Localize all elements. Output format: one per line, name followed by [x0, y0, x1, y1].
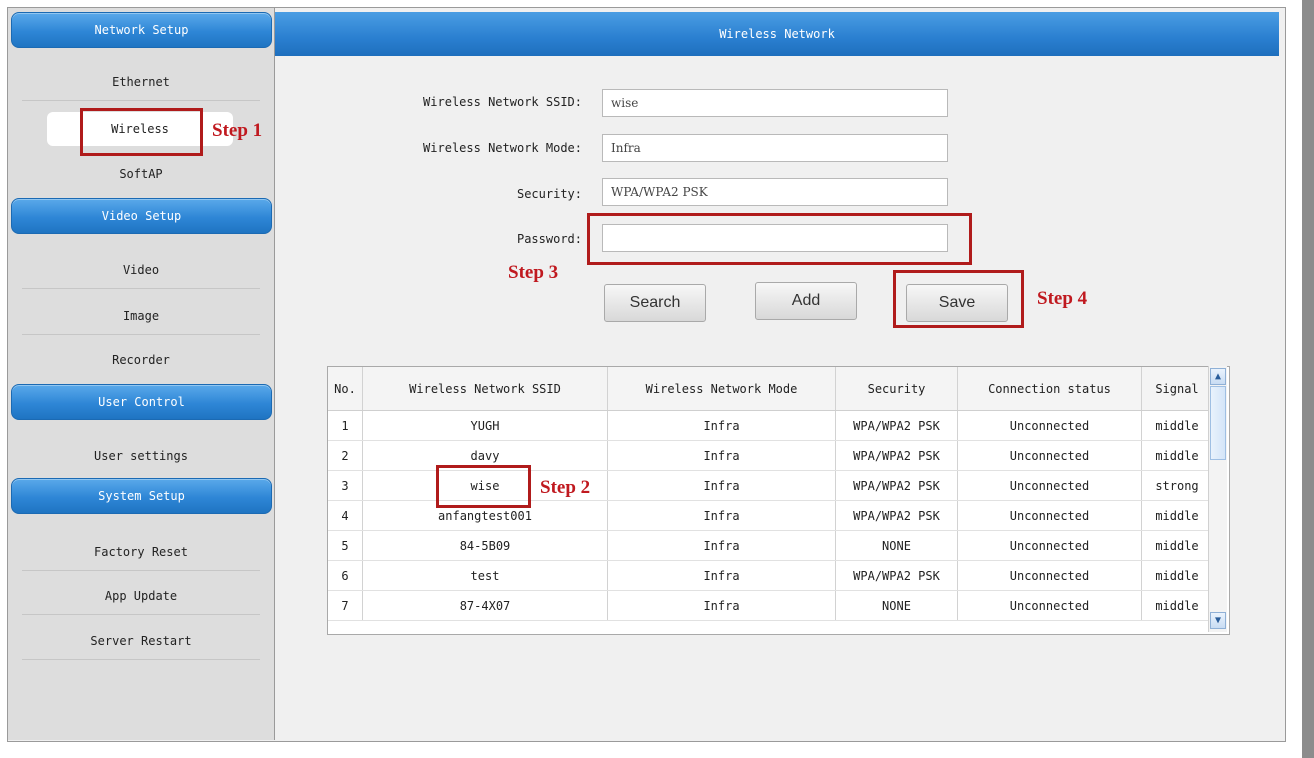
- page-title: Wireless Network: [275, 12, 1279, 56]
- sidebar-item-factory-reset[interactable]: Factory Reset: [22, 534, 260, 571]
- sidebar-item-video[interactable]: Video: [22, 252, 260, 289]
- cell-security: WPA/WPA2 PSK: [835, 560, 958, 591]
- search-button[interactable]: Search: [604, 284, 706, 322]
- step2-highlight: [436, 465, 531, 508]
- table-header-row: No. Wireless Network SSID Wireless Netwo…: [328, 367, 1213, 411]
- window-edge: [1302, 0, 1314, 758]
- col-signal: Signal: [1141, 367, 1213, 411]
- cell-security: WPA/WPA2 PSK: [835, 500, 958, 531]
- step3-highlight: [587, 213, 972, 265]
- mode-label: Wireless Network Mode:: [423, 141, 582, 155]
- cell-connection-status: Unconnected: [957, 590, 1142, 621]
- sidebar-item-app-update[interactable]: App Update: [22, 578, 260, 615]
- cell-connection-status: Unconnected: [957, 470, 1142, 501]
- scroll-up-icon[interactable]: ▲: [1210, 368, 1226, 385]
- table-row[interactable]: 6 test Infra WPA/WPA2 PSK Unconnected middle: [328, 560, 1213, 591]
- step4-label: Step 4: [1037, 288, 1088, 309]
- sidebar-item-recorder[interactable]: Recorder: [22, 342, 260, 378]
- section-system-setup[interactable]: System Setup: [11, 478, 272, 514]
- cell-no: 7: [328, 590, 363, 621]
- cell-security: WPA/WPA2 PSK: [835, 470, 958, 501]
- section-user-control[interactable]: User Control: [11, 384, 272, 420]
- sidebar-item-ethernet[interactable]: Ethernet: [22, 64, 260, 101]
- col-connection-status: Connection status: [957, 367, 1142, 411]
- password-label: Password:: [516, 232, 582, 246]
- cell-no: 1: [328, 410, 363, 441]
- cell-mode: Infra: [607, 590, 836, 621]
- security-label: Security:: [516, 187, 582, 201]
- cell-no: 5: [328, 530, 363, 561]
- sidebar-item-softap[interactable]: SoftAP: [22, 156, 260, 192]
- section-video-setup[interactable]: Video Setup: [11, 198, 272, 234]
- sidebar-item-image[interactable]: Image: [22, 298, 260, 335]
- cell-mode: Infra: [607, 410, 836, 441]
- col-ssid: Wireless Network SSID: [362, 367, 608, 411]
- cell-security: NONE: [835, 530, 958, 561]
- cell-signal: strong: [1141, 470, 1213, 501]
- cell-ssid: test: [362, 560, 608, 591]
- cell-no: 4: [328, 500, 363, 531]
- cell-mode: Infra: [607, 530, 836, 561]
- cell-security: WPA/WPA2 PSK: [835, 440, 958, 471]
- security-select[interactable]: WPA/WPA2 PSK: [602, 178, 948, 206]
- table-row[interactable]: 7 87-4X07 Infra NONE Unconnected middle: [328, 590, 1213, 621]
- cell-connection-status: Unconnected: [957, 500, 1142, 531]
- section-network-setup[interactable]: Network Setup: [11, 12, 272, 48]
- cell-no: 3: [328, 470, 363, 501]
- ssid-input[interactable]: wise: [602, 89, 948, 117]
- cell-mode: Infra: [607, 500, 836, 531]
- table-row[interactable]: 5 84-5B09 Infra NONE Unconnected middle: [328, 530, 1213, 561]
- cell-no: 6: [328, 560, 363, 591]
- mode-input[interactable]: Infra: [602, 134, 948, 162]
- step4-highlight: [893, 270, 1024, 328]
- col-no: No.: [328, 367, 363, 411]
- cell-ssid: 87-4X07: [362, 590, 608, 621]
- scroll-down-icon[interactable]: ▼: [1210, 612, 1226, 629]
- cell-security: WPA/WPA2 PSK: [835, 410, 958, 441]
- cell-signal: middle: [1141, 590, 1213, 621]
- cell-no: 2: [328, 440, 363, 471]
- cell-ssid: YUGH: [362, 410, 608, 441]
- cell-signal: middle: [1141, 530, 1213, 561]
- cell-ssid: 84-5B09: [362, 530, 608, 561]
- cell-signal: middle: [1141, 500, 1213, 531]
- cell-connection-status: Unconnected: [957, 440, 1142, 471]
- cell-signal: middle: [1141, 440, 1213, 471]
- table-row[interactable]: 1 YUGH Infra WPA/WPA2 PSK Unconnected middle: [328, 410, 1213, 441]
- sidebar-item-user-settings[interactable]: User settings: [22, 438, 260, 474]
- step3-label: Step 3: [508, 262, 559, 283]
- scroll-thumb[interactable]: [1210, 386, 1226, 460]
- cell-signal: middle: [1141, 560, 1213, 591]
- cell-connection-status: Unconnected: [957, 560, 1142, 591]
- step1-label: Step 1: [212, 120, 263, 141]
- cell-connection-status: Unconnected: [957, 410, 1142, 441]
- cell-mode: Infra: [607, 470, 836, 501]
- cell-connection-status: Unconnected: [957, 530, 1142, 561]
- col-security: Security: [835, 367, 958, 411]
- cell-security: NONE: [835, 590, 958, 621]
- ssid-label: Wireless Network SSID:: [423, 95, 582, 109]
- col-mode: Wireless Network Mode: [607, 367, 836, 411]
- cell-mode: Infra: [607, 440, 836, 471]
- step1-highlight: [80, 108, 203, 156]
- cell-signal: middle: [1141, 410, 1213, 441]
- add-button[interactable]: Add: [755, 282, 857, 320]
- cell-mode: Infra: [607, 560, 836, 591]
- step2-label: Step 2: [540, 477, 591, 498]
- sidebar-item-server-restart[interactable]: Server Restart: [22, 623, 260, 660]
- table-scrollbar[interactable]: ▲ ▼: [1208, 366, 1227, 632]
